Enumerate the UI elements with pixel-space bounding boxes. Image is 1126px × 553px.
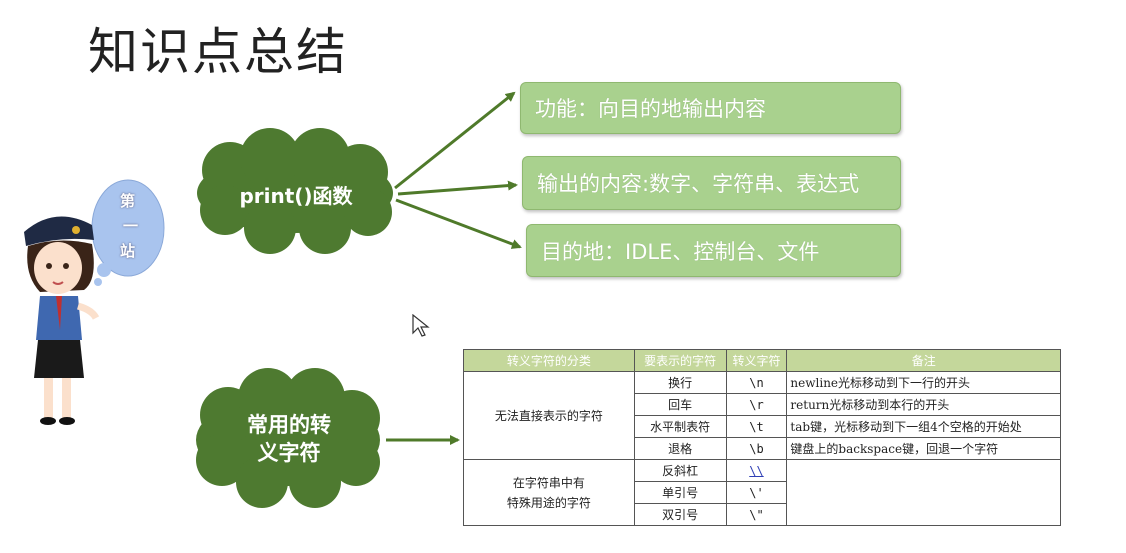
group-special-line-1: 在字符串中有	[512, 475, 585, 490]
group-unprintable: 无法直接表示的字符	[463, 371, 635, 460]
escape-cell: \r	[725, 393, 788, 416]
char-cell: 双引号	[633, 503, 727, 526]
note-cell: return光标移动到本行的开头	[786, 393, 1061, 416]
arrow-to-destination	[395, 198, 522, 249]
note-cell: tab键，光标移动到下一组4个空格的开始处	[786, 415, 1061, 438]
note-cell-empty	[786, 459, 1061, 526]
group-special: 在字符串中有 特殊用途的字符	[463, 459, 635, 526]
bubble-char-2: 一	[123, 217, 139, 235]
escape-cloud-label: 常用的转 义字符	[236, 411, 342, 467]
char-cell: 反斜杠	[633, 459, 727, 482]
escape-cloud-line-1: 常用的转	[247, 413, 331, 437]
function-box: 功能：向目的地输出内容	[520, 82, 901, 134]
header-escape: 转义字符	[725, 349, 788, 372]
char-cell: 换行	[633, 371, 727, 394]
arrow-to-function	[394, 91, 516, 190]
backslash-link[interactable]: \\	[749, 464, 763, 478]
bubble-char-3: 站	[120, 242, 136, 260]
char-cell: 水平制表符	[633, 415, 727, 438]
table-row: 在字符串中有 特殊用途的字符 反斜杠 \\	[463, 459, 1061, 526]
escape-cell: \'	[725, 481, 788, 504]
note-cell: newline光标移动到下一行的开头	[786, 371, 1061, 394]
escape-cell: \t	[725, 415, 788, 438]
escape-cloud-line-2: 义字符	[257, 441, 321, 465]
group-special-line-2: 特殊用途的字符	[506, 495, 591, 510]
header-char: 要表示的字符	[633, 349, 727, 372]
escape-cell: \"	[725, 503, 788, 526]
char-cell: 回车	[633, 393, 727, 416]
escape-cell: \n	[725, 371, 788, 394]
conductor-girl-illustration	[24, 216, 100, 425]
escape-cell: \\	[725, 459, 788, 482]
escape-cell: \b	[725, 437, 788, 460]
table-header-row: 转义字符的分类 要表示的字符 转义字符 备注	[463, 349, 1061, 372]
escape-char-table: 转义字符的分类 要表示的字符 转义字符 备注 无法直接表示的字符 换行 \n n…	[463, 349, 1061, 526]
char-cell: 单引号	[633, 481, 727, 504]
note-cell: 键盘上的backspace键，回退一个字符	[786, 437, 1061, 460]
header-category: 转义字符的分类	[463, 349, 635, 372]
content-box: 输出的内容:数字、字符串、表达式	[522, 156, 901, 210]
table-row: 无法直接表示的字符 换行 \n newline光标移动到下一行的开头	[463, 371, 1061, 460]
arrow-to-content	[397, 180, 518, 196]
char-cell: 退格	[633, 437, 727, 460]
header-note: 备注	[786, 349, 1061, 372]
mouse-cursor-icon	[412, 314, 430, 337]
destination-box: 目的地：IDLE、控制台、文件	[526, 224, 901, 277]
print-cloud-label: print()函数	[239, 184, 353, 208]
bubble-char-1: 第	[120, 192, 136, 210]
